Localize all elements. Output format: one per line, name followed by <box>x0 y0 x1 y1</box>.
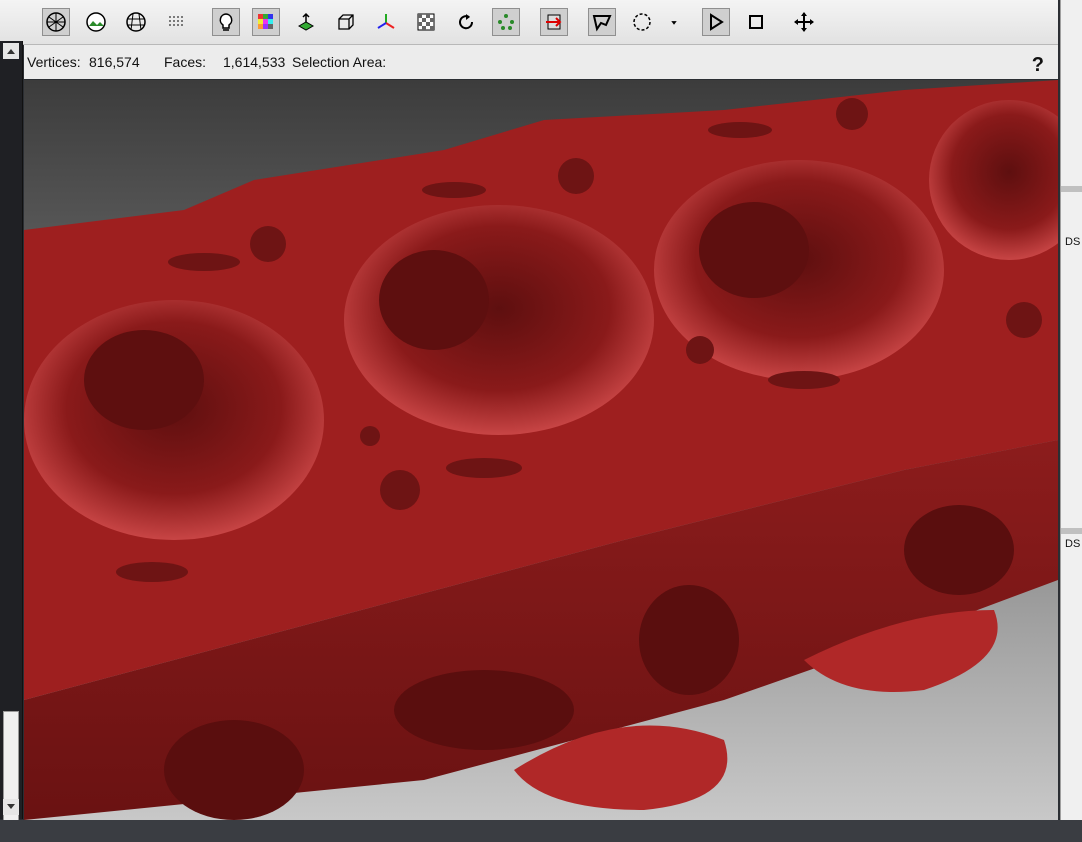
color-grid-icon[interactable] <box>252 8 280 36</box>
engine-head-mesh <box>24 80 1058 820</box>
mesh-info-bar: Vertices: 816,574 Faces: 1,614,533 Selec… <box>24 45 1058 79</box>
checker-texture-icon[interactable] <box>412 8 440 36</box>
toolbar <box>0 0 1058 45</box>
play-icon[interactable] <box>702 8 730 36</box>
stop-icon[interactable] <box>742 8 770 36</box>
lasso-select-icon[interactable] <box>588 8 616 36</box>
panel-label: DS <box>1065 538 1081 550</box>
circle-select-icon[interactable] <box>628 8 656 36</box>
faces-value: 1,614,533 <box>223 54 286 70</box>
panel-separator <box>1061 528 1082 534</box>
vertices-label: Vertices: <box>27 54 81 70</box>
help-button[interactable]: ? <box>1032 54 1044 77</box>
dropdown-arrow-icon[interactable] <box>664 8 684 36</box>
bounding-box-icon[interactable] <box>332 8 360 36</box>
vertex-points-icon[interactable] <box>492 8 520 36</box>
textured-view-icon[interactable] <box>82 8 110 36</box>
shaded-mesh-icon[interactable] <box>122 8 150 36</box>
rotate-icon[interactable] <box>452 8 480 36</box>
vertices-value: 816,574 <box>89 54 140 70</box>
move-icon[interactable] <box>790 8 818 36</box>
axes-icon[interactable] <box>372 8 400 36</box>
selection-area-label: Selection Area: <box>292 54 387 70</box>
light-bulb-icon[interactable] <box>212 8 240 36</box>
panel-separator <box>1061 186 1082 192</box>
scroll-up-arrow-icon[interactable] <box>3 43 19 59</box>
flip-faces-icon[interactable] <box>540 8 568 36</box>
status-strip <box>0 820 1082 842</box>
panel-label: DS <box>1065 236 1081 248</box>
vertical-scrollbar[interactable] <box>0 41 23 831</box>
scroll-down-arrow-icon[interactable] <box>3 799 19 815</box>
3d-viewport[interactable] <box>24 80 1058 820</box>
side-panel: DS DS <box>1060 0 1082 820</box>
faces-label: Faces: <box>164 54 207 70</box>
point-cloud-icon[interactable] <box>162 8 190 36</box>
normals-icon[interactable] <box>292 8 320 36</box>
wireframe-sphere-icon[interactable] <box>42 8 70 36</box>
